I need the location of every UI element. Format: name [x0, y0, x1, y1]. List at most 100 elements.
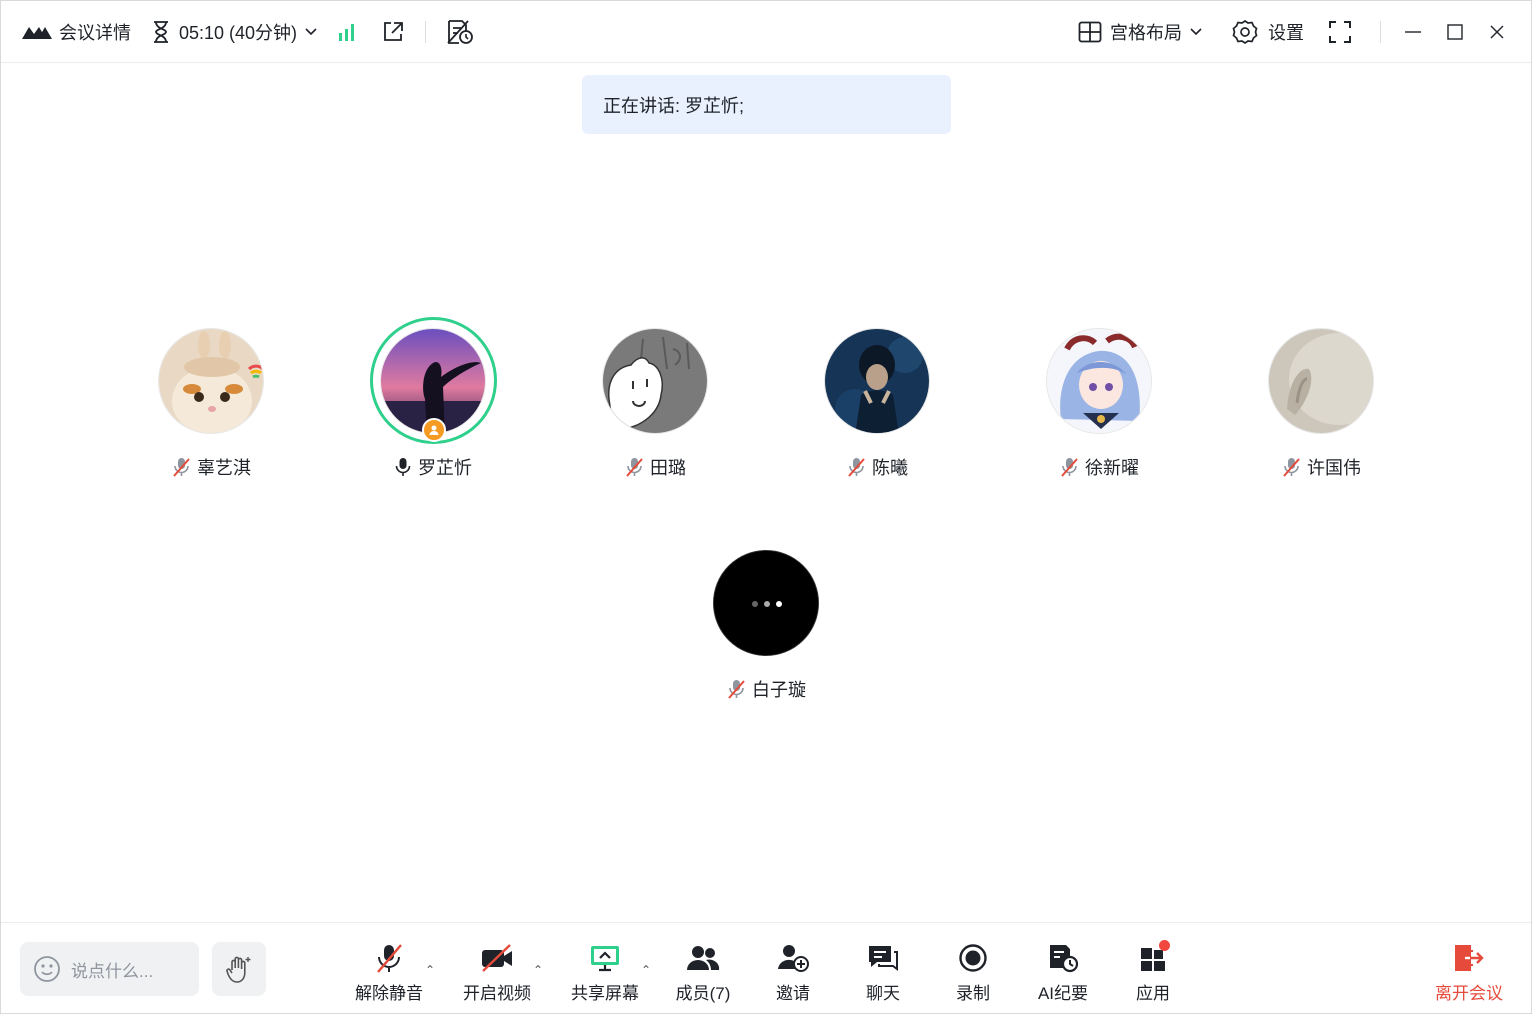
pop-out-icon[interactable] — [381, 20, 405, 44]
host-badge-icon — [422, 418, 446, 442]
meeting-window: 会议详情 05:10 (40分钟) 宫格布局 设置 正在讲话: 罗芷忻; 辜艺淇… — [0, 0, 1532, 1014]
members-icon — [686, 944, 720, 972]
participant-name: 罗芷忻 — [418, 458, 472, 478]
meeting-details-button[interactable]: 会议详情 — [21, 19, 131, 45]
start-video-button[interactable]: 开启视频 — [457, 941, 537, 1004]
timer-label: 05:10 (40分钟) — [179, 23, 298, 43]
raise-hand-button[interactable] — [212, 942, 266, 996]
avatar — [602, 328, 708, 434]
minimize-icon[interactable] — [1405, 24, 1421, 40]
participant-name-row: 辜艺淇 — [126, 454, 296, 480]
participant-name: 辜艺淇 — [197, 458, 251, 478]
participant-name: 陈曦 — [872, 458, 908, 478]
chat-button[interactable]: 聊天 — [843, 941, 923, 1004]
leave-meeting-label: 离开会议 — [1435, 984, 1503, 1003]
participant-name-row: 陈曦 — [792, 454, 962, 480]
grid-layout-icon — [1078, 21, 1102, 43]
participant-tile[interactable]: 白子璇 — [681, 550, 851, 710]
unmute-button[interactable]: 解除静音 — [349, 941, 429, 1004]
invite-button[interactable]: 邀请 — [753, 941, 833, 1004]
bottom-toolbar: 说点什么... 解除静音 ⌃ 开启视频 ⌃ 共享屏幕 ⌃ 成员(7) 邀请 聊天… — [1, 922, 1531, 1014]
avatar — [1046, 328, 1152, 434]
avatar — [1268, 328, 1374, 434]
unmute-label: 解除静音 — [355, 984, 423, 1003]
app-logo-icon — [21, 23, 53, 41]
fullscreen-icon[interactable] — [1328, 20, 1352, 44]
participant-tile[interactable]: 许国伟 — [1236, 328, 1406, 488]
participant-name-row: 徐新曜 — [1014, 454, 1184, 480]
participant-name: 徐新曜 — [1085, 458, 1139, 478]
participant-name: 白子璇 — [752, 680, 806, 700]
share-screen-label: 共享屏幕 — [571, 984, 639, 1003]
record-button[interactable]: 录制 — [933, 941, 1013, 1004]
share-options-caret-icon[interactable]: ⌃ — [641, 963, 651, 977]
members-label: 成员(7) — [675, 984, 731, 1003]
close-icon[interactable] — [1489, 24, 1505, 40]
hourglass-icon — [151, 20, 171, 44]
audio-options-caret-icon[interactable]: ⌃ — [425, 963, 435, 977]
participant-name-row: 罗芷忻 — [348, 454, 518, 480]
participant-name-row: 许国伟 — [1236, 454, 1406, 480]
record-icon — [958, 943, 988, 973]
gear-icon — [1232, 19, 1258, 45]
top-bar-left: 会议详情 05:10 (40分钟) — [21, 1, 474, 63]
members-button[interactable]: 成员(7) — [663, 941, 743, 1004]
maximize-icon[interactable] — [1447, 24, 1463, 40]
divider — [425, 21, 427, 43]
camera-off-icon — [480, 943, 514, 973]
mic-muted-icon — [624, 456, 644, 478]
settings-button[interactable]: 设置 — [1232, 19, 1304, 45]
mic-muted-icon — [1281, 456, 1301, 478]
avatar — [158, 328, 264, 434]
ai-notes-off-icon[interactable] — [446, 19, 474, 45]
top-bar: 会议详情 05:10 (40分钟) 宫格布局 设置 — [1, 1, 1531, 63]
participant-tile[interactable]: 陈曦 — [792, 328, 962, 488]
meeting-details-label: 会议详情 — [59, 23, 131, 43]
layout-dropdown[interactable]: 宫格布局 — [1078, 19, 1202, 45]
settings-label: 设置 — [1268, 23, 1304, 43]
chat-label: 聊天 — [866, 984, 900, 1003]
exit-icon — [1453, 943, 1485, 973]
notification-dot-icon — [1159, 940, 1170, 951]
apps-button[interactable]: 应用 — [1113, 940, 1193, 1004]
video-options-caret-icon[interactable]: ⌃ — [533, 963, 543, 977]
raise-hand-icon — [224, 954, 254, 984]
mic-on-icon — [394, 456, 412, 478]
network-signal-icon[interactable] — [337, 22, 357, 42]
add-user-icon — [776, 943, 810, 973]
participant-tile[interactable]: 徐新曜 — [1014, 328, 1184, 488]
participant-name: 田璐 — [650, 458, 686, 478]
mic-muted-icon — [171, 456, 191, 478]
mic-muted-icon — [373, 942, 405, 974]
start-video-label: 开启视频 — [463, 984, 531, 1003]
participant-tile[interactable]: 罗芷忻 — [348, 317, 518, 488]
chat-placeholder: 说点什么... — [71, 961, 154, 981]
ai-summary-label: AI纪要 — [1037, 984, 1089, 1003]
share-screen-button[interactable]: 共享屏幕 — [565, 941, 645, 1004]
speaking-indicator-banner: 正在讲话: 罗芷忻; — [582, 75, 951, 134]
divider — [1380, 21, 1381, 43]
avatar — [713, 550, 819, 656]
share-screen-icon — [589, 943, 621, 973]
apps-label: 应用 — [1136, 984, 1170, 1003]
mic-muted-icon — [1059, 456, 1079, 478]
participant-name: 许国伟 — [1307, 458, 1361, 478]
mic-muted-icon — [846, 456, 866, 478]
invite-label: 邀请 — [776, 984, 810, 1003]
quick-chat-input[interactable]: 说点什么... — [20, 942, 199, 996]
record-label: 录制 — [956, 984, 990, 1003]
chevron-down-icon — [305, 28, 317, 36]
participant-tile[interactable]: 田璐 — [570, 328, 740, 488]
top-bar-right: 宫格布局 设置 — [1078, 1, 1531, 63]
leave-meeting-button[interactable]: 离开会议 — [1429, 941, 1509, 1004]
ai-notes-icon — [1047, 943, 1079, 973]
chat-bubble-icon — [867, 943, 899, 973]
participant-tile[interactable]: 辜艺淇 — [126, 328, 296, 488]
layout-label: 宫格布局 — [1110, 23, 1182, 43]
participant-name-row: 白子璇 — [681, 676, 851, 702]
ai-summary-button[interactable]: AI纪要 — [1023, 941, 1103, 1004]
emoji-icon[interactable] — [33, 955, 61, 983]
timer-dropdown[interactable]: 05:10 (40分钟) — [151, 19, 317, 45]
participant-name-row: 田璐 — [570, 454, 740, 480]
avatar — [824, 328, 930, 434]
